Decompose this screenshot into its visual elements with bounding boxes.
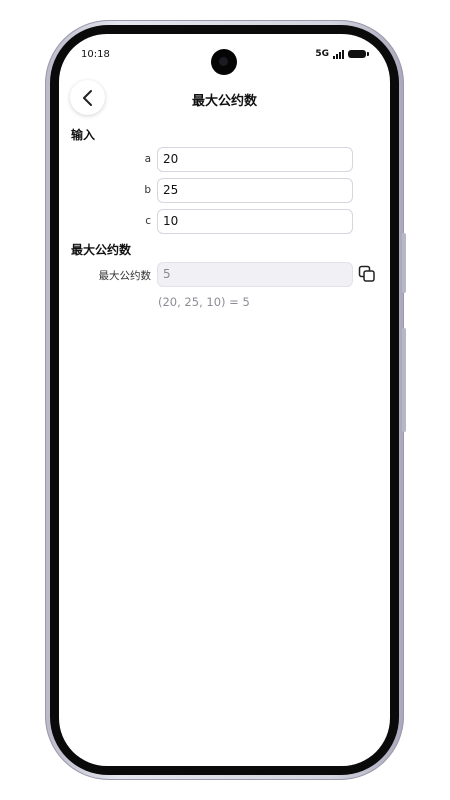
status-indicators: 5G [315,48,369,60]
result-section-title: 最大公约数 [71,243,132,257]
copy-button[interactable] [358,265,376,283]
gcd-expression: (20, 25, 10) = 5 [158,295,250,309]
page-title: 最大公约数 [191,94,257,109]
gcd-result-field[interactable]: 5 [157,262,353,287]
front-camera [211,49,237,75]
battery-icon [348,50,369,58]
copy-icon [358,265,375,282]
input-b[interactable]: 25 [157,178,353,203]
input-c[interactable]: 10 [157,209,353,234]
network-type: 5G [315,49,329,59]
result-label: 最大公约数 [98,270,152,282]
field-label-c: c [145,215,151,227]
signal-icon [333,49,344,59]
input-a[interactable]: 20 [157,147,353,172]
status-time: 10:18 [81,49,110,60]
app-screen: 10:18 5G 最大公约数 输入 a 20 b 25 c 10 最大公约数 最… [59,34,390,766]
side-button-top [402,233,406,293]
field-label-b: b [144,184,151,196]
input-section-title: 输入 [71,128,96,142]
side-button-bottom [402,328,406,432]
field-label-a: a [144,153,151,165]
